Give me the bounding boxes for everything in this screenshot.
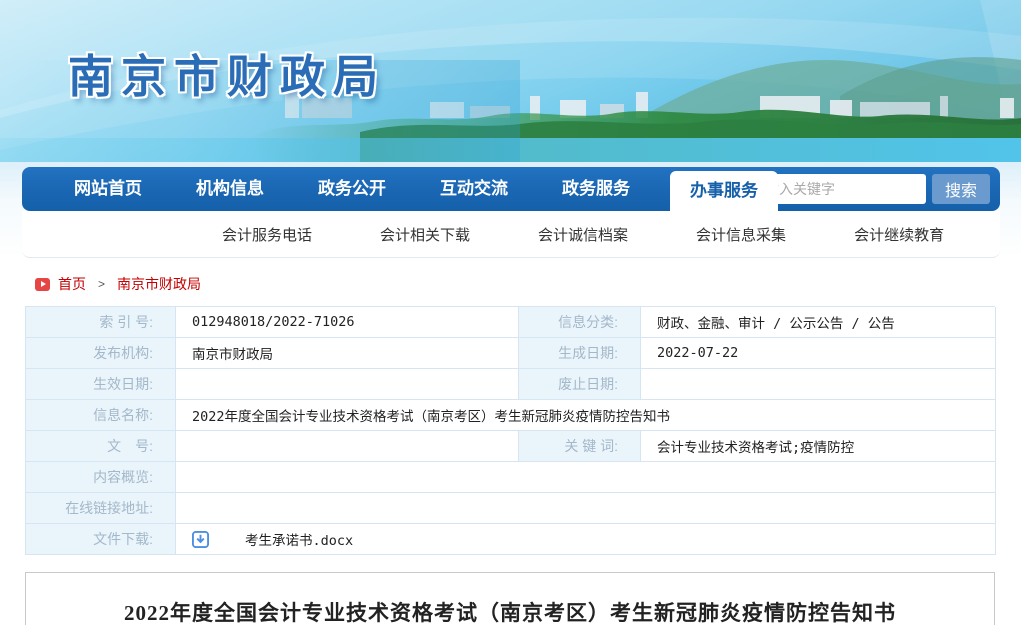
search-button[interactable]: 搜索 bbox=[932, 174, 990, 204]
breadcrumb-home-link[interactable]: 首页 bbox=[58, 274, 86, 294]
info-category-value: 财政、金融、审计 / 公示公告 / 公告 bbox=[641, 307, 996, 338]
article-title: 2022年度全国会计专业技术资格考试（南京考区）考生新冠肺炎疫情防控告知书 bbox=[26, 597, 994, 625]
file-download-label: 文件下载: bbox=[26, 524, 176, 555]
breadcrumb-current-link[interactable]: 南京市财政局 bbox=[117, 274, 201, 294]
accounting-submenu: 会计服务电话 会计相关下载 会计诚信档案 会计信息采集 会计继续教育 bbox=[22, 211, 1000, 258]
nav-tab-gov-services[interactable]: 政务服务 bbox=[548, 167, 644, 211]
repeal-date-label: 废止日期: bbox=[519, 369, 641, 400]
info-name-value: 2022年度全国会计专业技术资格考试（南京考区）考生新冠肺炎疫情防控告知书 bbox=[176, 400, 996, 431]
breadcrumb: 首页 > 南京市财政局 bbox=[35, 274, 1021, 294]
effective-date-value bbox=[176, 369, 519, 400]
keywords-label: 关 键 词: bbox=[519, 431, 641, 462]
file-download-cell: 考生承诺书.docx bbox=[176, 524, 996, 555]
submenu-item-service-phone[interactable]: 会计服务电话 bbox=[222, 224, 312, 245]
generate-date-label: 生成日期: bbox=[519, 338, 641, 369]
submenu-item-continuing-education[interactable]: 会计继续教育 bbox=[854, 224, 944, 245]
submenu-item-info-collection[interactable]: 会计信息采集 bbox=[696, 224, 786, 245]
breadcrumb-play-icon bbox=[35, 278, 50, 291]
nav-tab-interaction[interactable]: 互动交流 bbox=[426, 167, 522, 211]
nav-tab-service-hall-active[interactable]: 办事服务 bbox=[670, 171, 778, 218]
submenu-item-downloads[interactable]: 会计相关下载 bbox=[380, 224, 470, 245]
nav-section: 网站首页 机构信息 政务公开 互动交流 政务服务 办事服务 搜索 会计服务电话 … bbox=[0, 162, 1021, 258]
nav-tab-gov-disclosure[interactable]: 政务公开 bbox=[304, 167, 400, 211]
index-number-label: 索 引 号: bbox=[26, 307, 176, 338]
generate-date-value: 2022-07-22 bbox=[641, 338, 996, 369]
site-title: 南京市财政局 bbox=[68, 40, 386, 105]
info-name-label: 信息名称: bbox=[26, 400, 176, 431]
breadcrumb-separator: > bbox=[98, 277, 105, 291]
keywords-value: 会计专业技术资格考试;疫情防控 bbox=[641, 431, 996, 462]
doc-number-value bbox=[176, 431, 519, 462]
repeal-date-value bbox=[641, 369, 996, 400]
article-container: 2022年度全国会计专业技术资格考试（南京考区）考生新冠肺炎疫情防控告知书 bbox=[25, 572, 995, 625]
main-nav: 网站首页 机构信息 政务公开 互动交流 政务服务 办事服务 搜索 bbox=[22, 167, 1000, 211]
index-number-value: 012948018/2022-71026 bbox=[176, 307, 519, 338]
publisher-value: 南京市财政局 bbox=[176, 338, 519, 369]
publisher-label: 发布机构: bbox=[26, 338, 176, 369]
nav-tab-home[interactable]: 网站首页 bbox=[60, 167, 156, 211]
document-meta-table: 索 引 号: 012948018/2022-71026 信息分类: 财政、金融、… bbox=[25, 306, 995, 555]
online-link-value bbox=[176, 493, 996, 524]
doc-number-label: 文 号: bbox=[26, 431, 176, 462]
download-file-link[interactable]: 考生承诺书.docx bbox=[245, 529, 353, 549]
submenu-item-credit-files[interactable]: 会计诚信档案 bbox=[538, 224, 628, 245]
content-overview-value bbox=[176, 462, 996, 493]
nav-tab-org-info[interactable]: 机构信息 bbox=[182, 167, 278, 211]
effective-date-label: 生效日期: bbox=[26, 369, 176, 400]
online-link-label: 在线链接地址: bbox=[26, 493, 176, 524]
download-icon[interactable] bbox=[192, 531, 209, 548]
content-overview-label: 内容概览: bbox=[26, 462, 176, 493]
info-category-label: 信息分类: bbox=[519, 307, 641, 338]
site-banner: 南京市财政局 bbox=[0, 0, 1021, 162]
